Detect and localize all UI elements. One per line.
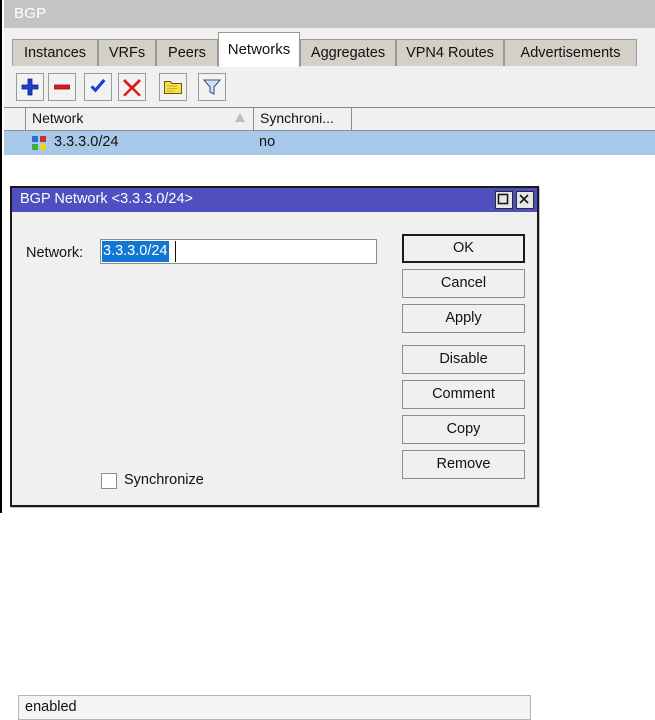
- filter-button[interactable]: [198, 73, 226, 101]
- plus-icon: [17, 77, 43, 97]
- dialog-button-label: Comment: [432, 386, 495, 402]
- window-title: BGP: [14, 5, 46, 22]
- comment-button[interactable]: [159, 73, 187, 101]
- dialog-button-label: Copy: [447, 421, 481, 437]
- dialog-status-bar: enabled: [18, 695, 531, 720]
- check-icon: [85, 77, 111, 97]
- dialog-titlebar: BGP Network <3.3.3.0/24>: [12, 188, 537, 212]
- row-gutter: [4, 131, 26, 155]
- note-icon: [160, 77, 186, 97]
- dialog-disable-button[interactable]: Disable: [402, 345, 525, 374]
- enable-button[interactable]: [84, 73, 112, 101]
- table-row[interactable]: 3.3.3.0/24 no: [4, 131, 655, 155]
- row-cell-network-label: 3.3.3.0/24: [54, 134, 119, 150]
- dialog-button-label: Disable: [439, 351, 487, 367]
- close-glyph: [517, 192, 531, 206]
- network-label: Network:: [26, 245, 83, 261]
- column-header-network[interactable]: Network: [26, 108, 254, 130]
- cross-icon: [119, 77, 145, 97]
- minus-icon: [49, 77, 75, 97]
- dialog-remove-button[interactable]: Remove: [402, 450, 525, 479]
- bgp-network-dialog: BGP Network <3.3.3.0/24> Network: 3.3.3.…: [10, 186, 539, 507]
- tabstrip: Instances VRFs Peers Networks Aggregates VPN4…: [4, 28, 655, 67]
- tab-label: VRFs: [109, 45, 145, 61]
- dialog-status-text: enabled: [25, 699, 77, 715]
- close-icon[interactable]: [516, 191, 534, 209]
- text-caret: [175, 241, 176, 262]
- restore-glyph: [496, 192, 510, 206]
- restore-icon[interactable]: [495, 191, 513, 209]
- column-header-blank: [352, 108, 655, 130]
- tab-networks[interactable]: Networks: [218, 32, 300, 67]
- tab-advertisements[interactable]: Advertisements: [504, 39, 637, 67]
- column-header-synchronize-label: Synchroni...: [260, 110, 334, 126]
- tab-peers[interactable]: Peers: [156, 39, 218, 67]
- table-header-row: Network Synchroni...: [4, 108, 655, 131]
- networks-table: Network Synchroni... 3.3.3.0/24 no: [4, 107, 655, 177]
- row-cell-synchronize: no: [254, 131, 352, 155]
- dialog-ok-button[interactable]: OK: [402, 234, 525, 263]
- tab-label: Aggregates: [311, 45, 385, 61]
- dialog-button-label: Remove: [437, 456, 491, 472]
- dialog-title: BGP Network <3.3.3.0/24>: [20, 191, 193, 207]
- four-square-icon: [32, 136, 46, 150]
- dialog-comment-button[interactable]: Comment: [402, 380, 525, 409]
- add-button[interactable]: [16, 73, 44, 101]
- bgp-window: BGP Instances VRFs Peers Networks Aggregates…: [0, 0, 655, 513]
- tab-label: Networks: [228, 41, 291, 58]
- tab-label: Peers: [168, 45, 206, 61]
- dialog-button-label: Cancel: [441, 275, 486, 291]
- column-header-synchronize[interactable]: Synchroni...: [254, 108, 352, 130]
- funnel-icon: [199, 77, 225, 97]
- tab-vrfs[interactable]: VRFs: [98, 39, 156, 67]
- sort-ascending-icon: [235, 113, 245, 122]
- dialog-apply-button[interactable]: Apply: [402, 304, 525, 333]
- network-input[interactable]: [100, 239, 377, 264]
- tab-vpn4-routes[interactable]: VPN4 Routes: [396, 39, 504, 67]
- remove-button[interactable]: [48, 73, 76, 101]
- row-cell-network: 3.3.3.0/24: [26, 131, 254, 155]
- tab-label: Instances: [24, 45, 86, 61]
- tab-label: VPN4 Routes: [406, 45, 494, 61]
- dialog-cancel-button[interactable]: Cancel: [402, 269, 525, 298]
- disable-button[interactable]: [118, 73, 146, 101]
- synchronize-label: Synchronize: [124, 472, 204, 488]
- dialog-copy-button[interactable]: Copy: [402, 415, 525, 444]
- toolbar: [4, 67, 655, 107]
- tab-aggregates[interactable]: Aggregates: [300, 39, 396, 67]
- synchronize-checkbox[interactable]: [101, 473, 117, 489]
- column-header-network-label: Network: [32, 110, 83, 126]
- tab-instances[interactable]: Instances: [12, 39, 98, 67]
- dialog-button-label: Apply: [445, 310, 481, 326]
- row-cell-synchronize-label: no: [259, 134, 275, 150]
- dialog-body: Network: 3.3.3.0/24 Synchronize enabled …: [12, 212, 537, 505]
- window-titlebar: BGP: [4, 0, 655, 28]
- column-header-gutter: [4, 108, 26, 130]
- dialog-button-label: OK: [453, 240, 474, 256]
- tab-label: Advertisements: [521, 45, 621, 61]
